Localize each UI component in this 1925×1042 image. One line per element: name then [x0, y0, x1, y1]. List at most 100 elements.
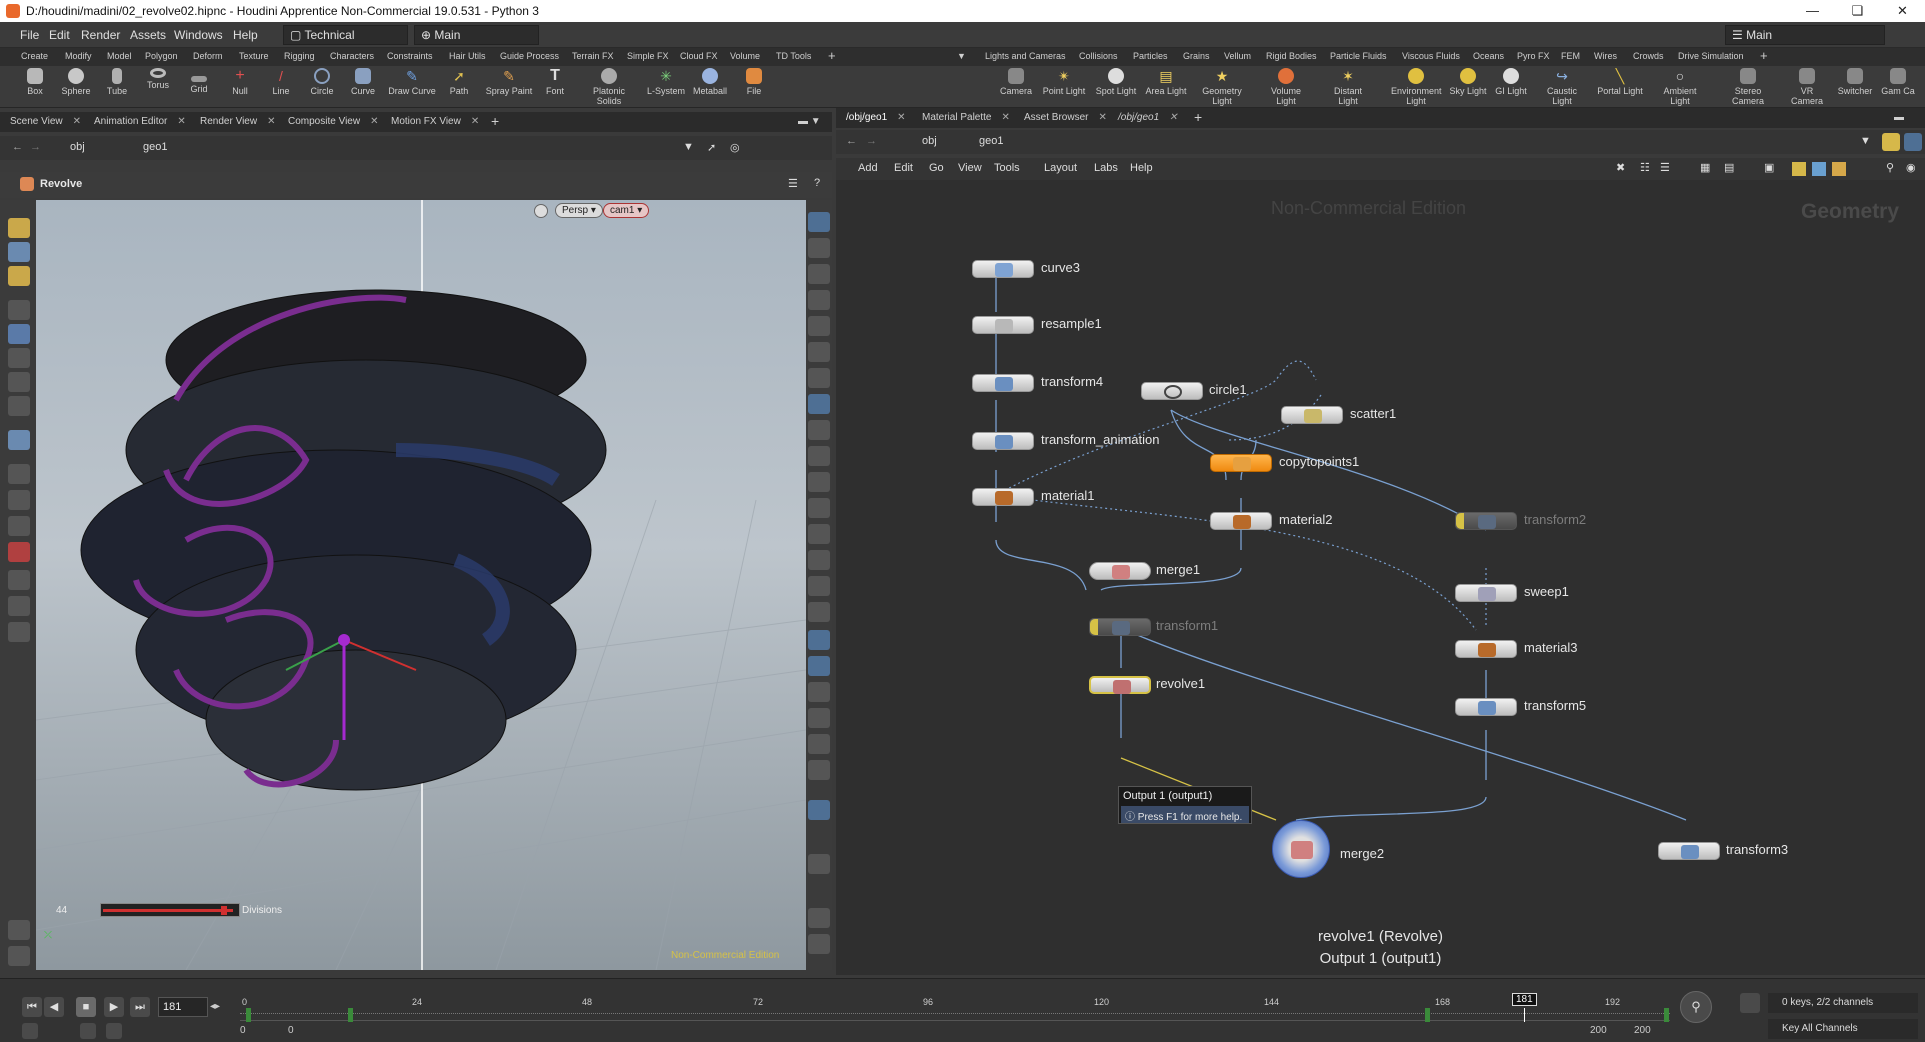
- handle-tool-icon[interactable]: [8, 266, 30, 286]
- path-geo1[interactable]: geo1: [979, 135, 1003, 147]
- forward-arrow-icon[interactable]: →: [866, 135, 877, 147]
- tool-caustic-light[interactable]: ↪ Caustic Light: [1539, 68, 1585, 106]
- shelf-tab[interactable]: Model: [107, 51, 132, 61]
- tab-animation-editor[interactable]: Animation Editor ✕: [94, 116, 186, 127]
- keyframe-marker[interactable]: [246, 1008, 251, 1022]
- tab-motion-fx-view[interactable]: Motion FX View ✕: [391, 116, 479, 127]
- points-icon[interactable]: [808, 446, 830, 466]
- minimize-button[interactable]: —: [1790, 0, 1835, 22]
- tool-sky-light[interactable]: Sky Light: [1445, 68, 1491, 96]
- jump-start-icon[interactable]: ⏮: [22, 997, 42, 1017]
- shelf-tab[interactable]: Wires: [1594, 51, 1617, 61]
- help-icon[interactable]: ?: [814, 177, 820, 189]
- net-menu-tools[interactable]: Tools: [994, 162, 1020, 174]
- shelf-tab[interactable]: Particle Fluids: [1330, 51, 1387, 61]
- info-icon[interactable]: [808, 854, 830, 874]
- tool-line[interactable]: / Line: [258, 68, 304, 96]
- magnet-icon[interactable]: [8, 542, 30, 562]
- net-menu-add[interactable]: Add: [858, 162, 878, 174]
- node-merge2[interactable]: [1272, 820, 1330, 878]
- tile-view-icon[interactable]: ▤: [1724, 161, 1734, 174]
- lights-icon[interactable]: [808, 342, 830, 362]
- node-material1[interactable]: [972, 488, 1034, 506]
- key-filter-icon[interactable]: [1740, 993, 1760, 1013]
- pin-icon[interactable]: [1882, 133, 1900, 151]
- lock-icon[interactable]: [8, 324, 30, 344]
- tool-path[interactable]: ➚ Path: [436, 68, 482, 96]
- node-copytopoints1[interactable]: [1210, 454, 1272, 472]
- geometry-icon[interactable]: [808, 682, 830, 702]
- shelf-tab[interactable]: Crowds: [1633, 51, 1664, 61]
- tool-volume-light[interactable]: Volume Light: [1263, 68, 1309, 106]
- tool-options-icon[interactable]: ☰: [788, 177, 798, 190]
- shelf-tab[interactable]: Simple FX: [627, 51, 669, 61]
- camera-menu[interactable]: cam1 ▾: [603, 203, 650, 218]
- divisions-slider[interactable]: [100, 903, 240, 917]
- play-icon[interactable]: ▶: [104, 997, 124, 1017]
- shelf-tab[interactable]: Texture: [239, 51, 269, 61]
- viewport-lock-icon[interactable]: [534, 204, 548, 218]
- node-material2[interactable]: [1210, 512, 1272, 530]
- background-icon[interactable]: [808, 316, 830, 336]
- node-curve3[interactable]: [972, 260, 1034, 278]
- playhead-line[interactable]: [1524, 1008, 1525, 1022]
- shelf-tab[interactable]: Lights and Cameras: [985, 51, 1066, 61]
- scene-viewport[interactable]: Persp ▾ cam1 ▾ 44 Divisions Non-Commerci…: [36, 200, 806, 970]
- shelf-tab[interactable]: Volume: [730, 51, 760, 61]
- wireframe-icon[interactable]: [808, 238, 830, 258]
- tool-geometry-light[interactable]: ★ Geometry Light: [1199, 68, 1245, 106]
- menu-file[interactable]: File: [20, 28, 39, 42]
- tool-draw-curve[interactable]: ✎ Draw Curve: [387, 68, 437, 96]
- shelf-tab[interactable]: Constraints: [387, 51, 433, 61]
- bypass-flag[interactable]: [1456, 513, 1464, 529]
- camera-view-icon[interactable]: [8, 596, 30, 616]
- shelf-tab[interactable]: Create: [21, 51, 48, 61]
- link-icon[interactable]: [1904, 133, 1922, 151]
- path-obj[interactable]: obj: [70, 141, 85, 153]
- keyframe-marker[interactable]: [348, 1008, 353, 1022]
- shelf-dropdown-icon[interactable]: ▼: [957, 51, 966, 61]
- node-resample1[interactable]: [972, 316, 1034, 334]
- cubes-icon[interactable]: [808, 708, 830, 728]
- range-start-2[interactable]: 0: [288, 1025, 294, 1036]
- keyframe-marker[interactable]: [1664, 1008, 1669, 1022]
- grid-snap-icon[interactable]: [8, 464, 30, 484]
- pose-icon[interactable]: [808, 420, 830, 440]
- tool-distant-light[interactable]: ✶ Distant Light: [1325, 68, 1371, 106]
- tool-camera[interactable]: Camera: [993, 68, 1039, 96]
- ghost-icon[interactable]: [808, 290, 830, 310]
- link-icon[interactable]: ◎: [730, 141, 740, 154]
- node-circle1[interactable]: [1141, 382, 1203, 400]
- frame-stepper-icon[interactable]: ◂▸: [210, 1001, 220, 1012]
- shelf-tab[interactable]: Deform: [193, 51, 223, 61]
- prim-snap-icon[interactable]: [8, 490, 30, 510]
- shelf-tab[interactable]: Drive Simulation: [1678, 51, 1744, 61]
- shelf-tab[interactable]: Pyro FX: [1517, 51, 1550, 61]
- tool-curve[interactable]: Curve: [340, 68, 386, 96]
- shelf-tab[interactable]: Modify: [65, 51, 92, 61]
- net-menu-view[interactable]: View: [958, 162, 982, 174]
- menu-edit[interactable]: Edit: [49, 28, 70, 42]
- shelf-tab[interactable]: Particles: [1133, 51, 1168, 61]
- net-menu-layout[interactable]: Layout: [1044, 162, 1077, 174]
- tree-icon[interactable]: ☷: [1640, 161, 1650, 174]
- snap-icon[interactable]: [8, 348, 30, 368]
- node-transform-animation[interactable]: [972, 432, 1034, 450]
- tool-spot-light[interactable]: Spot Light: [1093, 68, 1139, 96]
- net-menu-labs[interactable]: Labs: [1094, 162, 1118, 174]
- camera-icon[interactable]: ◉: [1906, 161, 1916, 174]
- shelf-tab[interactable]: Hair Utils: [449, 51, 486, 61]
- tool-stereo-camera[interactable]: Stereo Camera: [1725, 68, 1771, 106]
- tool-torus[interactable]: Torus: [135, 68, 181, 90]
- current-frame-marker[interactable]: 181: [1512, 993, 1537, 1006]
- range-start[interactable]: 0: [240, 1025, 246, 1036]
- stop-icon[interactable]: ■: [76, 997, 96, 1017]
- close-tab-icon[interactable]: ✕: [471, 116, 479, 127]
- persp-menu[interactable]: Persp ▾: [555, 203, 603, 218]
- tool-switcher[interactable]: Switcher: [1832, 68, 1878, 96]
- scale-icon[interactable]: [8, 396, 30, 416]
- close-tab-icon[interactable]: ✕: [177, 116, 185, 127]
- desktop-select[interactable]: ▢ Technical: [283, 25, 408, 45]
- render-icon[interactable]: [808, 934, 830, 954]
- jump-end-icon[interactable]: ⏭: [130, 997, 150, 1017]
